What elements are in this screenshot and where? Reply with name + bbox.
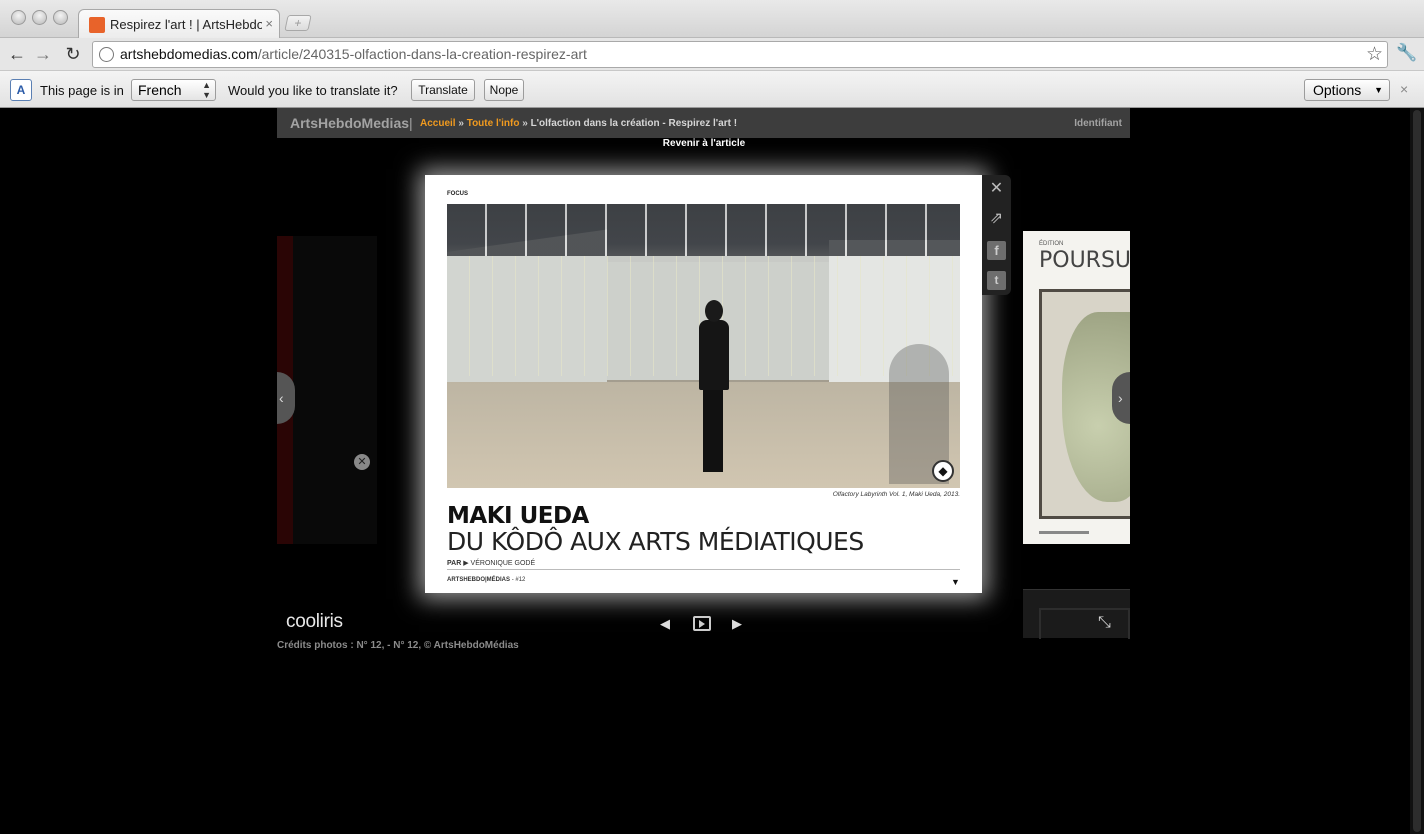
- back-to-article-link[interactable]: Revenir à l'article: [604, 138, 804, 149]
- new-tab-button[interactable]: +: [284, 15, 312, 31]
- article-byline: PAR ▶ VÉRONIQUE GODÉ: [447, 560, 536, 567]
- nope-button[interactable]: Nope: [484, 79, 524, 101]
- preview-footer: [1039, 531, 1089, 534]
- back-button[interactable]: ←: [5, 43, 29, 65]
- chevron-down-icon: ▼: [1374, 85, 1383, 95]
- title-bar: Respirez l'art ! | ArtsHebdoM × +: [0, 0, 1424, 39]
- browser-toolbar: ← → ↻ artshebdomedias.com/article/240315…: [0, 38, 1424, 71]
- minimize-window-button[interactable]: [32, 10, 47, 25]
- language-select[interactable]: French ▲ ▼: [131, 79, 216, 101]
- options-select[interactable]: Options ▼: [1304, 79, 1390, 101]
- url-path: /article/240315-olfaction-dans-la-creati…: [257, 46, 587, 62]
- divider: [447, 569, 960, 570]
- login-link[interactable]: Identifiant: [1074, 118, 1122, 129]
- language-select-value: French: [138, 82, 182, 98]
- zoom-window-button[interactable]: [53, 10, 68, 25]
- byline-author: VÉRONIQUE GODÉ: [470, 560, 536, 567]
- page-scrollbar[interactable]: [1410, 108, 1424, 834]
- fullscreen-expand-icon[interactable]: ⤡: [1098, 614, 1111, 632]
- person-figure: [695, 300, 733, 472]
- translate-question: Would you like to translate it?: [228, 83, 398, 98]
- breadcrumb-sep: »: [522, 118, 528, 129]
- options-label: Options: [1313, 82, 1362, 98]
- page-language-label: This page is in: [40, 83, 124, 98]
- twitter-icon[interactable]: t: [987, 271, 1006, 290]
- next-page-icon[interactable]: ▶: [732, 616, 742, 632]
- tab-close-icon[interactable]: ×: [265, 16, 273, 31]
- breadcrumb: Accueil » Toute l'info » L'olfaction dan…: [420, 118, 737, 129]
- external-link-icon[interactable]: ⇗: [987, 209, 1006, 228]
- slideshow-icon[interactable]: [693, 616, 711, 631]
- breadcrumb-home[interactable]: Accueil: [420, 118, 456, 129]
- viewer-actions: ✕ ⇗ f t: [982, 175, 1011, 295]
- address-url: artshebdomedias.com/article/240315-olfac…: [120, 46, 587, 62]
- site-favicon-icon: [89, 17, 105, 33]
- breadcrumb-all-news[interactable]: Toute l'info: [467, 118, 520, 129]
- globe-icon: [99, 47, 114, 62]
- facebook-icon[interactable]: f: [987, 241, 1006, 260]
- photo-credits: Crédits photos : N° 12, - N° 12, © ArtsH…: [277, 640, 519, 651]
- site-header: ArtsHebdoMedias | Accueil » Toute l'info…: [277, 108, 1130, 138]
- browser-tab[interactable]: Respirez l'art ! | ArtsHebdoM ×: [78, 9, 280, 39]
- url-host: artshebdomedias.com: [120, 46, 258, 62]
- preview-kicker: ÉDITION: [1039, 241, 1064, 247]
- article-subtitle: DU KÔDÔ AUX ARTS MÉDIATIQUES: [447, 527, 864, 556]
- bookmark-star-icon[interactable]: ☆: [1366, 43, 1383, 66]
- close-icon[interactable]: ✕: [987, 179, 1006, 198]
- magazine-page-viewer: FOCUS ◆ Olfactory Labyrinth Vol. 1, Maki…: [425, 175, 982, 593]
- footer-brand: ARTSHEBDO|MÉDIAS: [447, 577, 511, 583]
- header-separator: |: [409, 115, 413, 131]
- tab-title: Respirez l'art ! | ArtsHebdoM: [110, 17, 262, 32]
- breadcrumb-current: L'olfaction dans la création - Respirez …: [530, 118, 738, 129]
- site-logo[interactable]: ArtsHebdoMedias: [290, 115, 409, 131]
- select-arrows-icon: ▲ ▼: [202, 80, 211, 100]
- section-label: FOCUS: [447, 191, 468, 197]
- forward-button[interactable]: →: [31, 43, 55, 65]
- zoom-view-icon[interactable]: ◆: [932, 460, 954, 482]
- triangle-down-icon: ▼: [951, 577, 960, 587]
- address-bar[interactable]: artshebdomedias.com/article/240315-olfac…: [92, 41, 1388, 68]
- cooliris-logo[interactable]: cooliris: [286, 611, 343, 633]
- close-window-button[interactable]: [11, 10, 26, 25]
- translate-button[interactable]: Translate: [411, 79, 475, 101]
- scrollbar-thumb[interactable]: [1413, 110, 1421, 832]
- close-circle-icon[interactable]: ✕: [354, 454, 370, 470]
- page-footer: ARTSHEBDO|MÉDIAS - #12: [447, 577, 525, 583]
- next-arrow-button[interactable]: ›: [1112, 372, 1130, 424]
- translate-icon: A: [10, 79, 32, 101]
- translate-infobar: A This page is in French ▲ ▼ Would you li…: [0, 71, 1424, 108]
- infobar-close-icon[interactable]: ×: [1400, 81, 1408, 97]
- article-title: MAKI UEDA: [447, 503, 589, 529]
- breadcrumb-sep: »: [458, 118, 464, 129]
- byline-label: PAR: [447, 560, 462, 567]
- footer-issue: - #12: [511, 577, 526, 583]
- wrench-menu-icon[interactable]: 🔧: [1396, 43, 1417, 63]
- prev-page-icon[interactable]: ◀: [660, 616, 670, 632]
- photo-caption: Olfactory Labyrinth Vol. 1, Maki Ueda, 2…: [832, 491, 960, 498]
- preview-title: POURSUIV: [1039, 248, 1130, 273]
- next-page-thumbnail[interactable]: [1023, 589, 1130, 639]
- installation-photo: ◆: [447, 204, 960, 488]
- reload-button[interactable]: ↻: [61, 43, 85, 65]
